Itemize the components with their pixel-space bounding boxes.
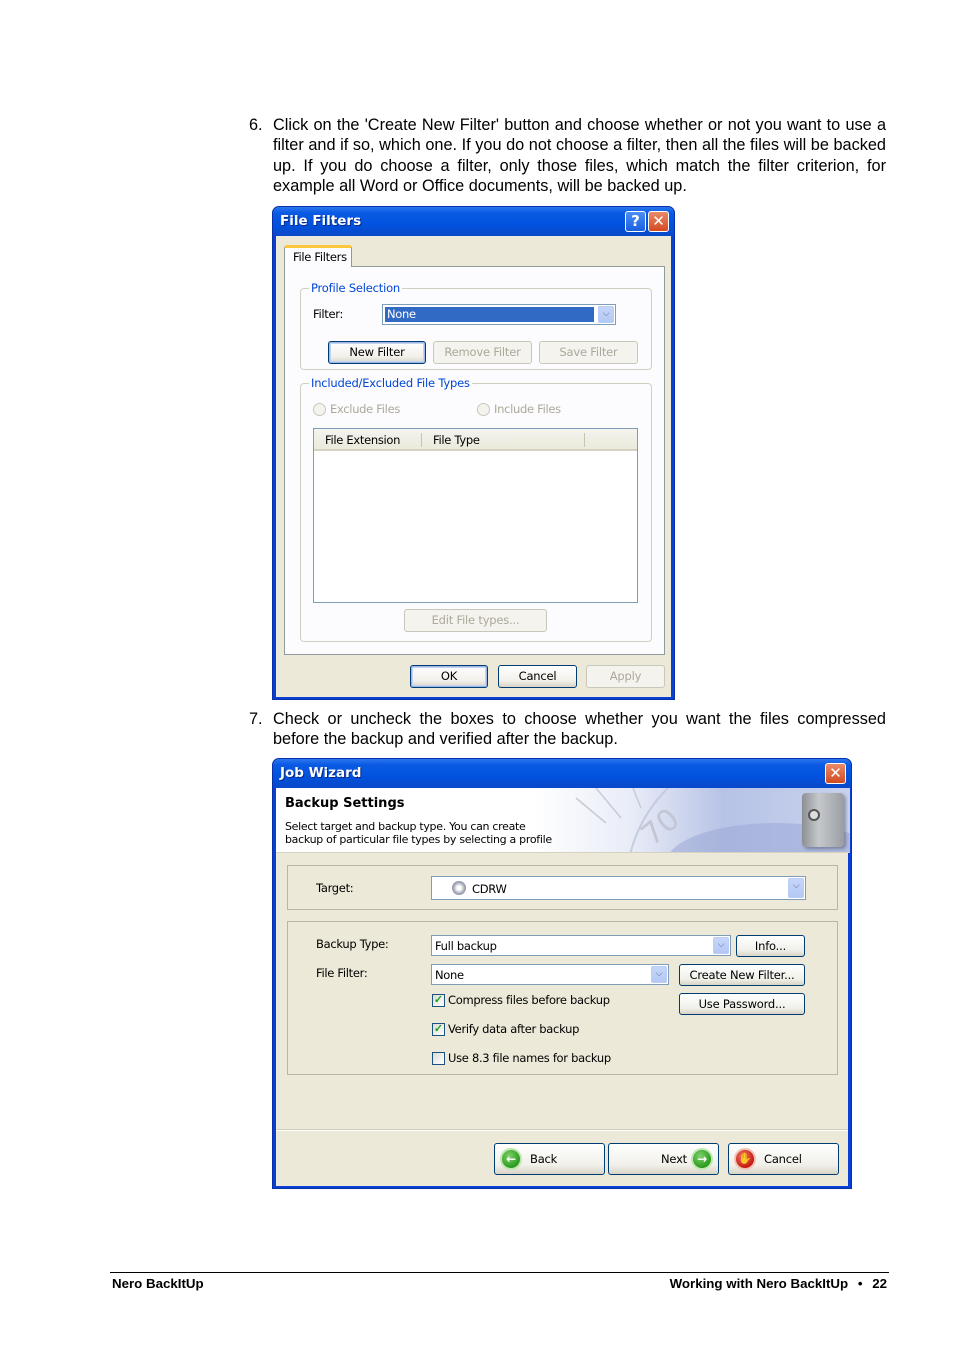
save-filter-button[interactable]: Save Filter <box>539 341 638 364</box>
file-filter-select[interactable]: None ⌵ <box>431 964 669 985</box>
compress-files-label: Compress files before backup <box>448 993 610 1007</box>
tab-label: File Filters <box>293 250 347 264</box>
remove-filter-button[interactable]: Remove Filter <box>433 341 532 364</box>
target-select[interactable]: CDRW ⌵ <box>431 876 806 900</box>
footer-left: Nero BackItUp <box>112 1276 204 1291</box>
column-header-type[interactable]: File Type <box>433 433 480 447</box>
page-number: 22 <box>872 1276 887 1291</box>
target-panel: Target: CDRW ⌵ <box>287 865 838 910</box>
file-filter-label: File Filter: <box>316 966 368 980</box>
cd-drive-icon <box>452 881 466 895</box>
verify-data-label: Verify data after backup <box>448 1022 580 1036</box>
profile-selection-group: Profile Selection Filter: None ⌵ New Fil… <box>300 281 652 370</box>
column-header-extension[interactable]: File Extension <box>325 433 400 447</box>
exclude-files-label: Exclude Files <box>330 402 401 416</box>
dialog-title: Job Wizard <box>280 765 362 781</box>
verify-data-checkbox[interactable]: ✓ <box>432 1023 445 1036</box>
cancel-button[interactable]: ✋ Cancel <box>728 1143 839 1175</box>
back-button[interactable]: ← Back <box>494 1143 605 1175</box>
footer-right: Working with Nero BackItUp • 22 <box>670 1276 887 1291</box>
job-wizard-dialog: Job Wizard ✕ 70 Backup Settings Select t… <box>272 758 852 1189</box>
chevron-down-icon[interactable]: ⌵ <box>788 878 804 898</box>
button-separator <box>276 1129 848 1131</box>
backup-type-label: Backup Type: <box>316 937 389 951</box>
tab-file-filters[interactable]: File Filters <box>284 245 352 267</box>
exclude-files-radio[interactable] <box>313 403 326 416</box>
file-types-list[interactable]: File Extension File Type <box>313 428 638 603</box>
group-legend: Profile Selection <box>309 281 403 295</box>
filter-value: None <box>387 307 416 321</box>
short-filenames-checkbox[interactable] <box>432 1052 445 1065</box>
step-7-paragraph: 7. Check or uncheck the boxes to choose … <box>249 709 886 750</box>
safe-icon <box>802 793 844 847</box>
short-filenames-label: Use 8.3 file names for backup <box>448 1051 611 1065</box>
edit-file-types-button[interactable]: Edit File types... <box>404 609 547 632</box>
chevron-down-icon[interactable]: ⌵ <box>713 937 729 954</box>
step-text: Check or uncheck the boxes to choose whe… <box>273 710 886 749</box>
include-files-radio[interactable] <box>477 403 490 416</box>
new-filter-button[interactable]: New Filter <box>328 341 426 364</box>
help-icon[interactable]: ? <box>625 211 646 232</box>
arrow-left-icon: ← <box>500 1148 522 1170</box>
close-icon[interactable]: ✕ <box>648 211 669 232</box>
backup-type-select[interactable]: Full backup ⌵ <box>431 935 731 956</box>
target-label: Target: <box>316 881 354 895</box>
header-description-line2: backup of particular file types by selec… <box>285 833 552 846</box>
close-icon[interactable]: ✕ <box>825 763 846 784</box>
file-filter-value: None <box>435 968 464 982</box>
next-button[interactable]: Next → <box>608 1143 719 1175</box>
ok-button[interactable]: OK <box>410 665 488 688</box>
step-number: 7. <box>249 710 263 728</box>
cancel-button[interactable]: Cancel <box>498 665 577 688</box>
filter-label: Filter: <box>313 307 344 321</box>
column-divider[interactable] <box>584 433 585 447</box>
chevron-down-icon[interactable]: ⌵ <box>598 306 614 323</box>
info-button[interactable]: Info... <box>736 935 805 957</box>
use-password-button[interactable]: Use Password... <box>679 993 805 1015</box>
create-new-filter-button[interactable]: Create New Filter... <box>679 964 805 986</box>
file-types-group: Included/Excluded File Types Exclude Fil… <box>300 376 652 642</box>
list-header: File Extension File Type <box>314 429 637 451</box>
backup-type-value: Full backup <box>435 939 497 953</box>
dialog-title: File Filters <box>280 213 362 229</box>
arrow-right-icon: → <box>691 1148 713 1170</box>
header-title: Backup Settings <box>285 796 405 811</box>
settings-panel: Backup Type: Full backup ⌵ Info... File … <box>287 921 838 1075</box>
filter-select[interactable]: None ⌵ <box>382 304 616 325</box>
back-label: Back <box>530 1152 558 1166</box>
step-text: Click on the 'Create New Filter' button … <box>273 116 886 195</box>
wizard-header: 70 Backup Settings Select target and bac… <box>276 788 850 853</box>
dialog-client: File Filters Profile Selection Filter: N… <box>276 236 671 697</box>
cancel-label: Cancel <box>764 1152 802 1166</box>
header-description-line1: Select target and backup type. You can c… <box>285 820 526 833</box>
include-files-label: Include Files <box>494 402 561 416</box>
footer-bullet: • <box>857 1276 863 1291</box>
column-divider[interactable] <box>421 433 422 447</box>
stop-hand-icon: ✋ <box>734 1148 756 1170</box>
target-value: CDRW <box>472 882 507 896</box>
group-legend: Included/Excluded File Types <box>309 376 472 390</box>
chevron-down-icon[interactable]: ⌵ <box>651 966 667 983</box>
step-number: 6. <box>249 116 263 134</box>
apply-button[interactable]: Apply <box>586 665 665 688</box>
step-6-paragraph: 6. Click on the 'Create New Filter' butt… <box>249 115 886 196</box>
selection-highlight <box>385 307 594 322</box>
footer-rule <box>110 1272 889 1273</box>
dialog-client: 70 Backup Settings Select target and bac… <box>276 788 850 1186</box>
file-filters-dialog: File Filters ? ✕ File Filters Profile Se… <box>272 206 675 700</box>
next-label: Next <box>661 1152 687 1166</box>
footer-section-title: Working with Nero BackItUp <box>669 1276 849 1291</box>
title-bar: File Filters ? ✕ <box>273 207 674 236</box>
title-bar: Job Wizard ✕ <box>273 759 851 788</box>
compress-files-checkbox[interactable]: ✓ <box>432 994 445 1007</box>
tab-panel: Profile Selection Filter: None ⌵ New Fil… <box>284 266 665 655</box>
